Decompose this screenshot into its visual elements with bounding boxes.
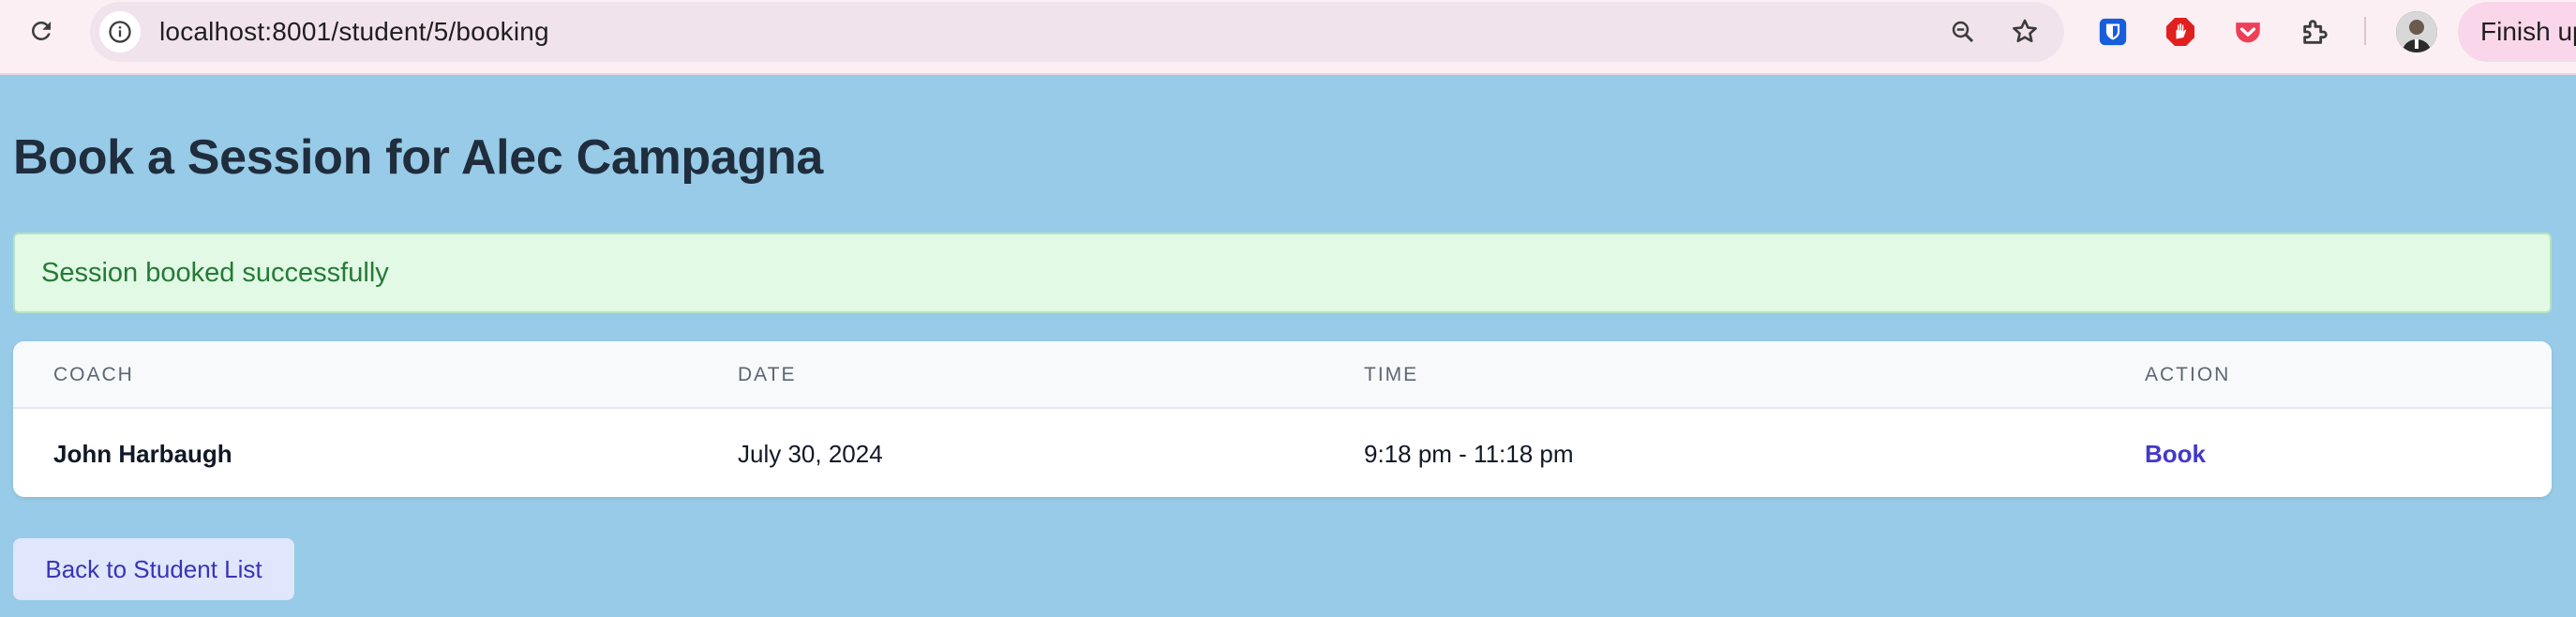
column-header-action: ACTION: [2145, 364, 2231, 385]
sessions-table: COACH DATE TIME ACTION John Harbaugh Jul…: [13, 341, 2552, 497]
info-icon[interactable]: [99, 11, 141, 53]
browser-toolbar: localhost:8001/student/5/booking Finish …: [0, 0, 2576, 75]
avatar[interactable]: [2396, 11, 2437, 53]
session-time: 9:18 pm - 11:18 pm: [1364, 440, 1574, 468]
zoom-icon[interactable]: [1940, 9, 1985, 54]
finish-update-button[interactable]: Finish up: [2458, 2, 2576, 62]
book-link[interactable]: Book: [2145, 411, 2206, 497]
column-header-time: TIME: [1364, 364, 1419, 385]
url-text[interactable]: localhost:8001/student/5/booking: [159, 2, 549, 62]
bitwarden-icon[interactable]: [2092, 11, 2134, 53]
star-icon[interactable]: [2002, 9, 2047, 54]
table-header: COACH DATE TIME ACTION: [13, 341, 2552, 409]
session-date: July 30, 2024: [738, 440, 883, 468]
success-alert: Session booked successfully: [13, 233, 2552, 313]
address-bar[interactable]: localhost:8001/student/5/booking: [90, 2, 2064, 62]
puzzle-icon[interactable]: [2295, 11, 2336, 53]
reload-icon[interactable]: [15, 5, 67, 57]
coach-name: John Harbaugh: [53, 440, 232, 468]
toolbar-divider: [2364, 17, 2366, 45]
adblock-icon[interactable]: [2160, 11, 2201, 53]
table-row: John Harbaugh July 30, 2024 9:18 pm - 11…: [13, 411, 2552, 497]
back-to-student-list-button[interactable]: Back to Student List: [13, 538, 294, 600]
pocket-icon[interactable]: [2227, 11, 2269, 53]
page-title: Book a Session for Alec Campagna: [13, 130, 824, 185]
column-header-date: DATE: [738, 364, 797, 385]
column-header-coach: COACH: [53, 364, 134, 385]
